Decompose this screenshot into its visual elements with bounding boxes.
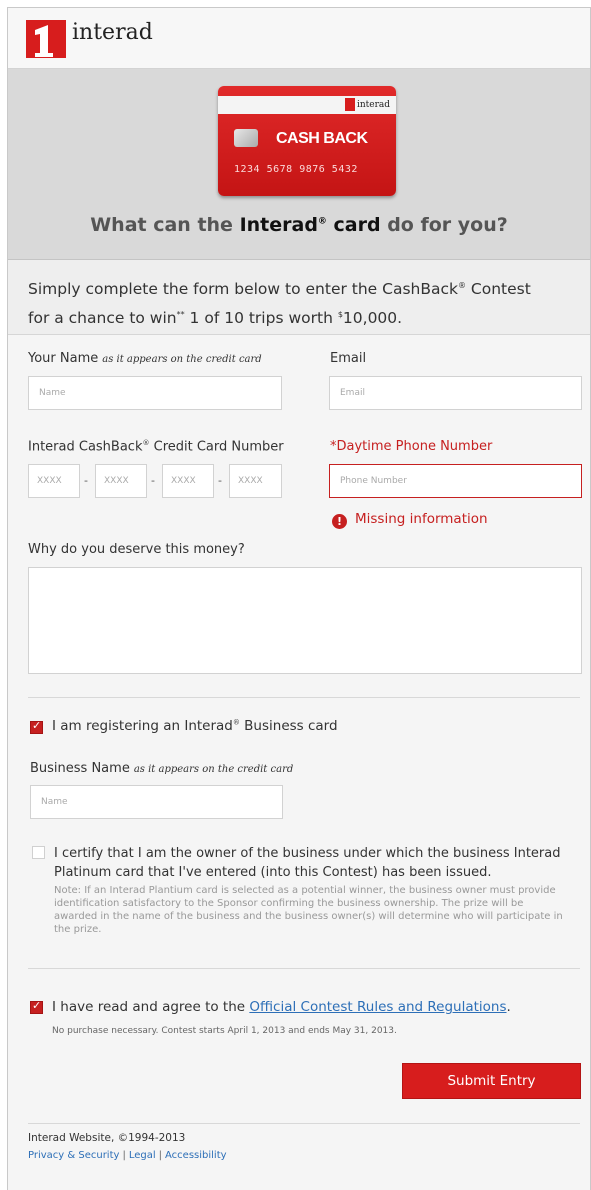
business-name-input[interactable] <box>30 785 283 819</box>
page-frame: interad interad CASH BACK 1234 5678 9876… <box>7 7 591 1190</box>
agree-checkbox[interactable] <box>30 999 43 1014</box>
logo-text: interad <box>72 20 153 45</box>
certify-checkbox[interactable] <box>32 846 45 859</box>
card-number-separator: - <box>84 474 88 487</box>
name-label: Your Name as it appears on the credit car… <box>28 351 262 366</box>
certify-text: I certify that I am the owner of the bus… <box>54 846 561 880</box>
phone-error-message: ! Missing information <box>332 511 488 529</box>
footer-link-separator: | <box>158 1150 162 1161</box>
card-number-label: Interad CashBack® Credit Card Number <box>28 439 284 455</box>
card-number-part-4[interactable] <box>229 464 282 498</box>
footer-link-separator: | <box>122 1150 126 1161</box>
card-number-separator: - <box>218 474 222 487</box>
hero-banner: interad CASH BACK 1234 5678 9876 5432 Wh… <box>8 69 590 260</box>
card-brand-mark-icon <box>344 98 355 111</box>
card-number-part-2[interactable] <box>95 464 147 498</box>
divider <box>28 697 580 698</box>
footer-links: Privacy & Security | Legal | Accessibility <box>28 1150 227 1161</box>
certify-note: Note: If an Interad Plantium card is sel… <box>54 885 563 935</box>
email-input[interactable] <box>329 376 582 410</box>
submit-entry-button[interactable]: Submit Entry <box>402 1063 581 1099</box>
agree-label: I have read and agree to the Official Co… <box>52 999 511 1015</box>
privacy-security-link[interactable]: Privacy & Security <box>28 1150 119 1161</box>
name-input[interactable] <box>28 376 282 410</box>
logo-mark-icon <box>26 20 66 58</box>
phone-label: *Daytime Phone Number <box>330 439 493 454</box>
accessibility-link[interactable]: Accessibility <box>165 1150 227 1161</box>
hero-headline: What can the Interad® card do for you? <box>90 214 508 236</box>
card-brand: interad <box>344 96 390 114</box>
business-name-label: Business Name as it appears on the credit… <box>30 761 294 776</box>
legal-link[interactable]: Legal <box>129 1150 156 1161</box>
card-number-separator: - <box>151 474 155 487</box>
card-chip-icon <box>234 129 258 147</box>
error-icon: ! <box>332 514 347 529</box>
card-number-part-1[interactable] <box>28 464 80 498</box>
credit-card-image: interad CASH BACK 1234 5678 9876 5432 <box>218 86 396 196</box>
intro-section: Simply complete the form below to enter … <box>8 260 590 335</box>
top-bar: interad <box>8 8 590 69</box>
card-title: CASH BACK <box>276 130 368 147</box>
business-card-check-label: I am registering an Interad® Business ca… <box>52 718 338 734</box>
card-number: 1234 5678 9876 5432 <box>234 164 358 175</box>
deserve-textarea[interactable] <box>28 567 582 674</box>
deserve-label: Why do you deserve this money? <box>28 542 245 557</box>
card-number-part-3[interactable] <box>162 464 214 498</box>
intro-text: Simply complete the form below to enter … <box>28 280 531 328</box>
email-label: Email <box>330 351 367 366</box>
fine-print: No purchase necessary. Contest starts Ap… <box>52 1026 397 1036</box>
divider <box>28 968 580 969</box>
business-card-checkbox[interactable] <box>30 719 43 734</box>
phone-input[interactable] <box>329 464 582 498</box>
footer-divider <box>28 1123 580 1124</box>
contest-rules-link[interactable]: Official Contest Rules and Regulations <box>249 999 506 1015</box>
footer-copyright: Interad Website, ©1994-2013 <box>28 1132 186 1144</box>
